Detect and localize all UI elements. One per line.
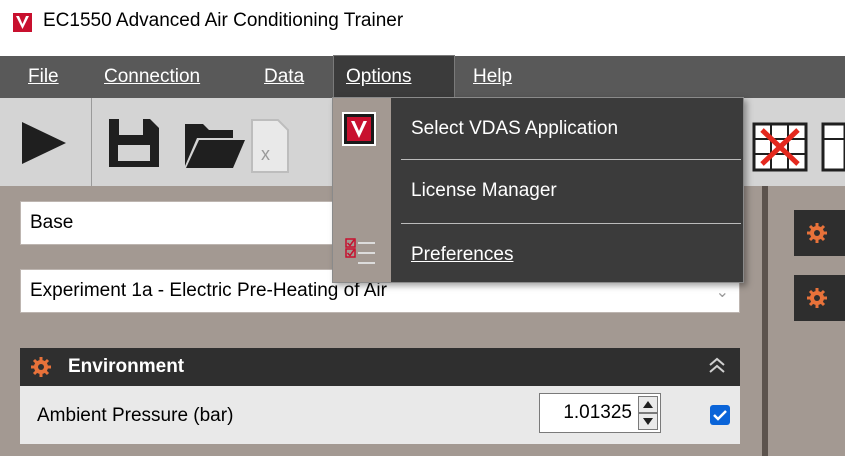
ambient-pressure-row: Ambient Pressure (bar) 1.01325: [20, 386, 740, 444]
menu-item-preferences-label: Preferences: [411, 244, 514, 265]
menu-options-label: Options: [346, 66, 412, 87]
menu-help-label: Help: [473, 66, 513, 87]
collapse-icon[interactable]: [708, 354, 726, 378]
ambient-pressure-spinbox[interactable]: 1.01325: [539, 393, 661, 433]
menu-file-label: File: [28, 66, 59, 87]
play-icon[interactable]: [14, 118, 74, 168]
vdas-logo-icon: [13, 13, 32, 32]
vdas-logo-icon: [342, 112, 376, 146]
menu-separator: [401, 223, 741, 224]
export-excel-icon[interactable]: x: [250, 118, 290, 174]
clear-grid-icon[interactable]: [752, 122, 845, 172]
menu-file[interactable]: File: [16, 56, 71, 98]
toolbar-separator: [91, 98, 92, 186]
right-gear-button-2[interactable]: [794, 275, 845, 321]
menu-bar: File Connection Data Options Help: [0, 55, 845, 99]
menu-item-select-vdas-label: Select VDAS Application: [411, 118, 619, 139]
ambient-pressure-label: Ambient Pressure (bar): [37, 405, 234, 426]
menu-options[interactable]: Options: [333, 55, 455, 99]
menu-item-preferences[interactable]: Preferences: [391, 240, 743, 270]
menu-item-license-manager-label: License Manager: [411, 180, 557, 201]
menu-separator: [401, 159, 741, 160]
spin-up-icon[interactable]: [638, 396, 658, 413]
menu-connection[interactable]: Connection: [92, 56, 212, 98]
menu-data-label: Data: [264, 66, 305, 87]
menu-data[interactable]: Data: [252, 56, 316, 98]
svg-text:x: x: [261, 144, 270, 164]
save-icon[interactable]: [106, 116, 162, 170]
environment-section-header[interactable]: Environment: [20, 348, 740, 386]
window-title: EC1550 Advanced Air Conditioning Trainer: [43, 10, 404, 31]
menu-help[interactable]: Help: [461, 56, 524, 98]
gear-icon: [806, 287, 828, 309]
options-dropdown: Select VDAS Application License Manager …: [332, 97, 744, 283]
experiment-select-value: Experiment 1a - Electric Pre-Heating of …: [30, 280, 387, 301]
menu-item-select-vdas[interactable]: Select VDAS Application: [391, 114, 743, 144]
menu-connection-label: Connection: [104, 66, 201, 87]
title-bar: EC1550 Advanced Air Conditioning Trainer: [0, 0, 845, 56]
right-gear-button-1[interactable]: [794, 210, 845, 256]
gear-icon: [30, 356, 52, 378]
spin-down-icon[interactable]: [638, 413, 658, 430]
environment-section-title: Environment: [68, 356, 185, 377]
ambient-pressure-checkbox[interactable]: [710, 405, 730, 425]
ambient-pressure-value: 1.01325: [563, 402, 632, 423]
open-folder-icon[interactable]: [183, 120, 247, 170]
menu-item-license-manager[interactable]: License Manager: [391, 176, 743, 206]
preferences-checklist-icon: [345, 237, 377, 267]
gear-icon: [806, 222, 828, 244]
base-field-value: Base: [30, 212, 74, 233]
